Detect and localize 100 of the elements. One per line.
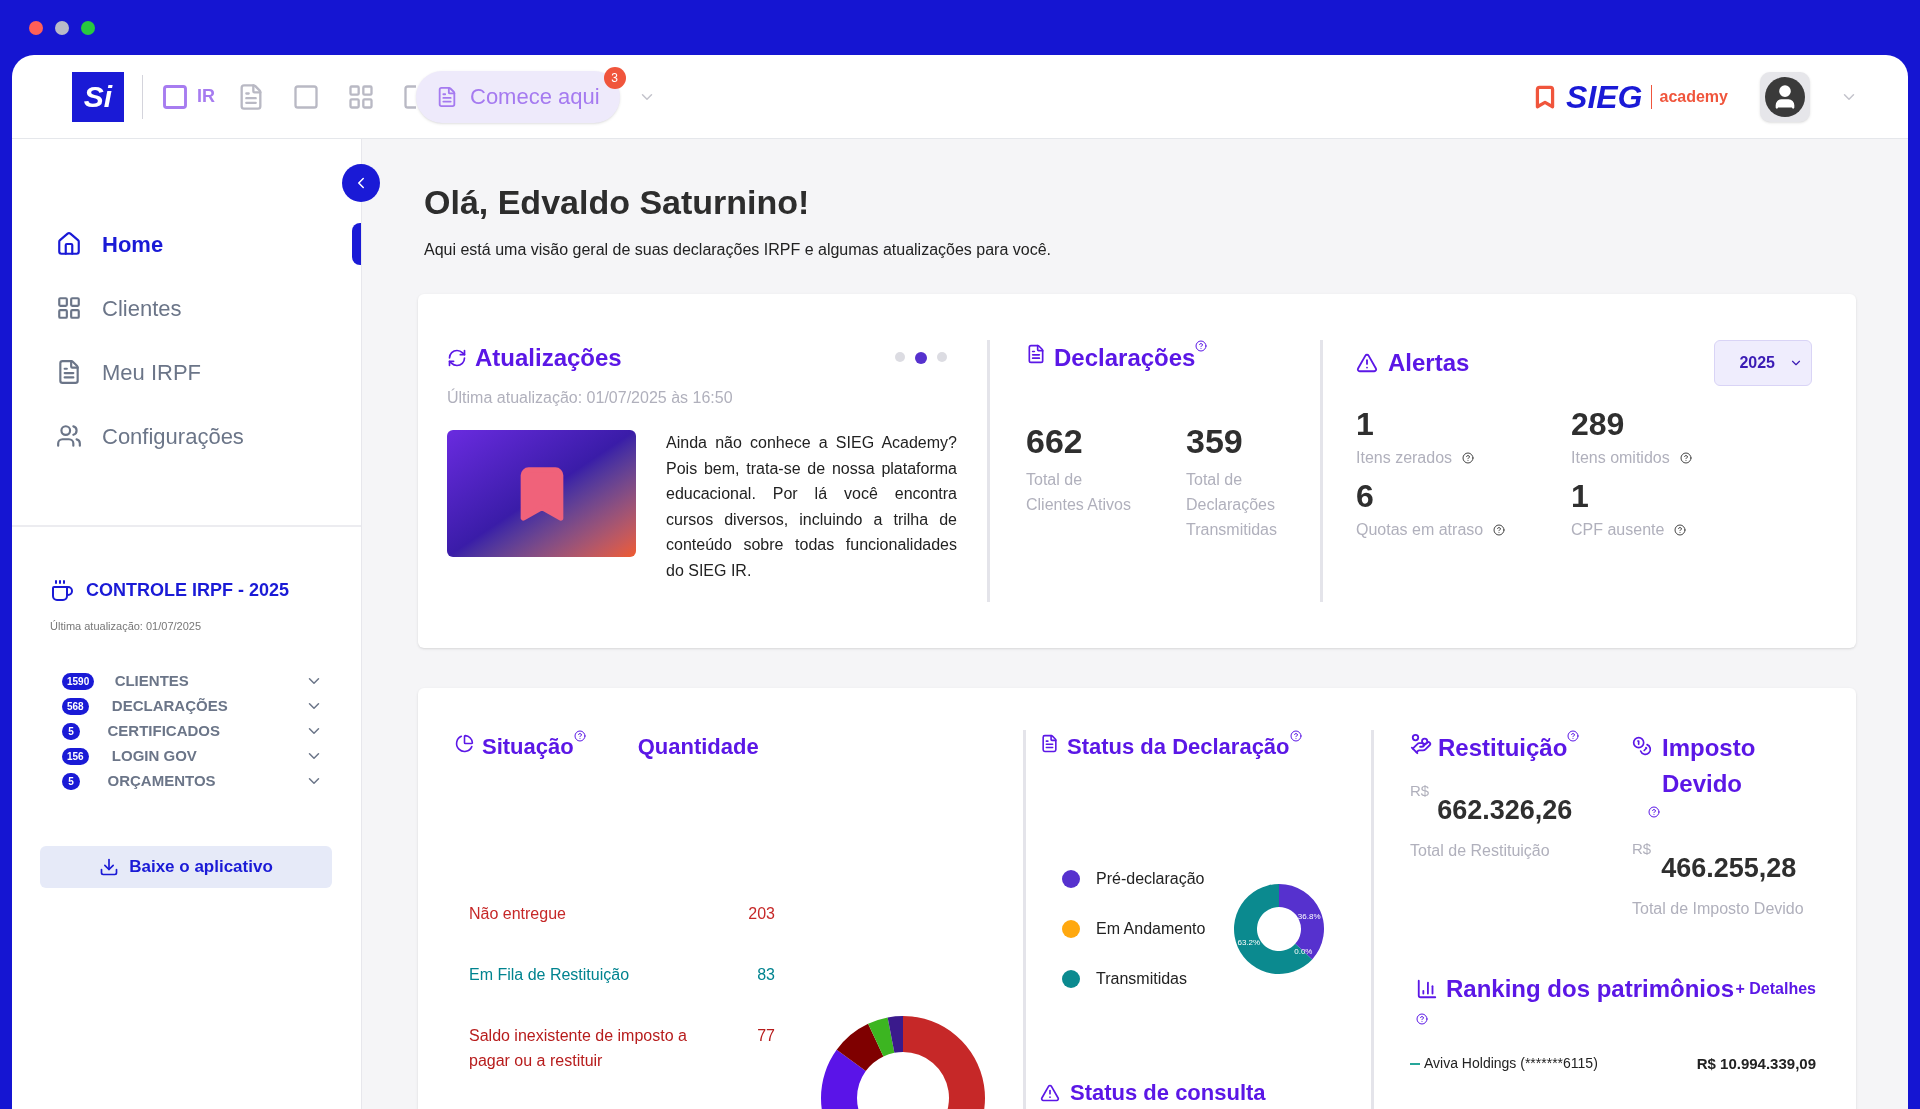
section-title: Imposto Devido [1662,733,1757,799]
nav-item[interactable]: Clientes [12,291,182,325]
status-count: 203 [748,904,775,924]
holding-value: R$ 10.994.339,09 [1696,1053,1816,1074]
help-icon[interactable] [1567,730,1580,742]
summary-row[interactable]: 5 CERTIFICADOS [50,718,323,744]
details-link[interactable]: + Detalhes [1735,976,1816,1001]
download-app-button[interactable]: Baixe o aplicativo [40,845,332,888]
warning-icon [1040,1082,1060,1103]
amount-value: 466.255,28 [1661,852,1797,885]
nav-item[interactable]: Configurações [12,419,244,453]
summary-row[interactable]: 1590 CLIENTES [50,668,323,694]
count-badge: 156 [62,747,89,765]
stat-value: 359 [1186,421,1244,462]
notification-badge: 3 [603,66,626,89]
data-label: 36.8% [1298,911,1321,921]
help-icon[interactable] [1289,730,1302,742]
status-label: Não entregue [469,904,567,924]
nav-icon [56,231,82,257]
status-count: 77 [757,1026,775,1046]
section-title: Alertas [1388,348,1470,378]
brand-name: SIEG [1566,77,1643,117]
help-icon[interactable] [1679,452,1692,464]
document-icon [1040,734,1059,753]
status-count: 83 [757,965,775,985]
close-window-icon[interactable] [29,20,43,35]
summary-row[interactable]: 5 ORÇAMENTOS [50,768,323,794]
section-title: Atualizações [475,343,622,373]
pie-chart-icon [455,734,474,753]
document-icon [1026,344,1046,364]
row-label: LOGIN GOV [111,745,198,766]
section-title: Status de consulta [1070,1079,1266,1107]
logo[interactable]: Si [72,71,124,122]
currency-symbol: R$ [1410,781,1430,801]
nav-icon [56,295,82,321]
legend-label: Pré-declaração [1096,869,1205,889]
refresh-icon [447,348,467,368]
download-icon [99,856,120,877]
hand-coin-icon [1410,733,1432,755]
help-icon[interactable] [1493,524,1506,536]
alert-count: 6 [1356,477,1375,516]
brand-logo[interactable]: SIEG academy [1532,72,1728,121]
count-badge: 5 [62,722,80,740]
section-title: Declarações [1054,343,1196,373]
data-label: 0.0% [1294,947,1313,957]
last-update-text: Última atualização: 01/07/2025 [50,619,203,634]
greeting-title: Olá, Edvaldo Saturnino! [423,182,811,223]
count-badge: 568 [62,697,89,715]
status-label: Saldo inexistente de imposto a pagar ou a restituir [469,1026,688,1071]
last-update-text: Última atualização: 01/07/2025 às 16:50 [447,387,734,408]
summary-row[interactable]: 568 DECLARAÇÕES [50,693,323,719]
promo-text: Ainda não conhece a SIEG Academy? Pois bem, trata-se de nossa plataforma educacional. Por lá você encontra cursos diversos, incluindo a trilha de conteúdo sobre todas funcionalidades do SIEG IR. [666,433,957,581]
nav-icon [56,359,82,385]
section-title: Situação [482,733,574,761]
alert-label: CPF ausente [1571,520,1665,540]
help-icon[interactable] [1648,806,1660,818]
year-select[interactable]: 2025 [1714,340,1812,386]
mug-icon [50,578,74,603]
help-icon[interactable] [1674,524,1687,536]
maximize-window-icon[interactable] [81,20,95,35]
minimize-window-icon[interactable] [55,20,69,35]
data-label: 63.2% [1237,938,1261,948]
status-label: Em Fila de Restituição [469,965,631,985]
product-icon [161,82,189,111]
subtitle-text: Aqui está uma visão geral de suas declarações IRPF e algumas atualizações para você. [423,240,1052,260]
stat-label: Total de Clientes Ativos [1026,470,1132,515]
section-title: Restituição [1438,733,1568,763]
alert-label: Itens zerados [1356,448,1453,468]
help-icon[interactable] [1462,452,1475,464]
bar-chart-icon [1416,977,1438,1000]
amount-value: 662.326,26 [1437,794,1573,827]
count-badge: 5 [62,772,80,790]
collapse-sidebar-button[interactable] [342,164,380,202]
holding-name: Aviva Holdings (*******6115) [1424,1054,1598,1074]
row-label: CLIENTES [114,670,190,691]
section-title: Ranking dos patrimônios [1446,973,1735,1004]
nav-item[interactable]: Home [12,227,164,261]
avatar[interactable] [1760,71,1810,122]
row-label: DECLARAÇÕES [111,695,229,716]
help-icon[interactable] [1195,340,1208,352]
coins-icon [1632,736,1652,756]
count-badge: 1590 [62,672,95,690]
currency-symbol: R$ [1632,839,1652,859]
stat-value: 662 [1026,421,1084,462]
warning-icon [1356,352,1378,374]
stat-label: Total de Declarações Transmitidas [1186,470,1278,540]
summary-row[interactable]: 156 LOGIN GOV [50,743,323,769]
academy-banner[interactable] [447,430,636,557]
brand-subtitle: academy [1659,86,1728,107]
help-icon[interactable] [573,730,586,742]
alert-label: Itens omitidos [1571,448,1670,468]
amount-label: Total de Imposto Devido [1632,898,1805,919]
row-label: ORÇAMENTOS [107,770,217,791]
alert-count: 1 [1356,405,1375,444]
nav-item[interactable]: Meu IRPF [12,355,202,389]
row-label: CERTIFICADOS [107,720,221,741]
help-icon[interactable] [1416,1012,1428,1025]
legend-label: Transmitidas [1096,969,1187,989]
alert-label: Quotas em atraso [1356,520,1484,540]
alert-count: 289 [1571,405,1626,444]
